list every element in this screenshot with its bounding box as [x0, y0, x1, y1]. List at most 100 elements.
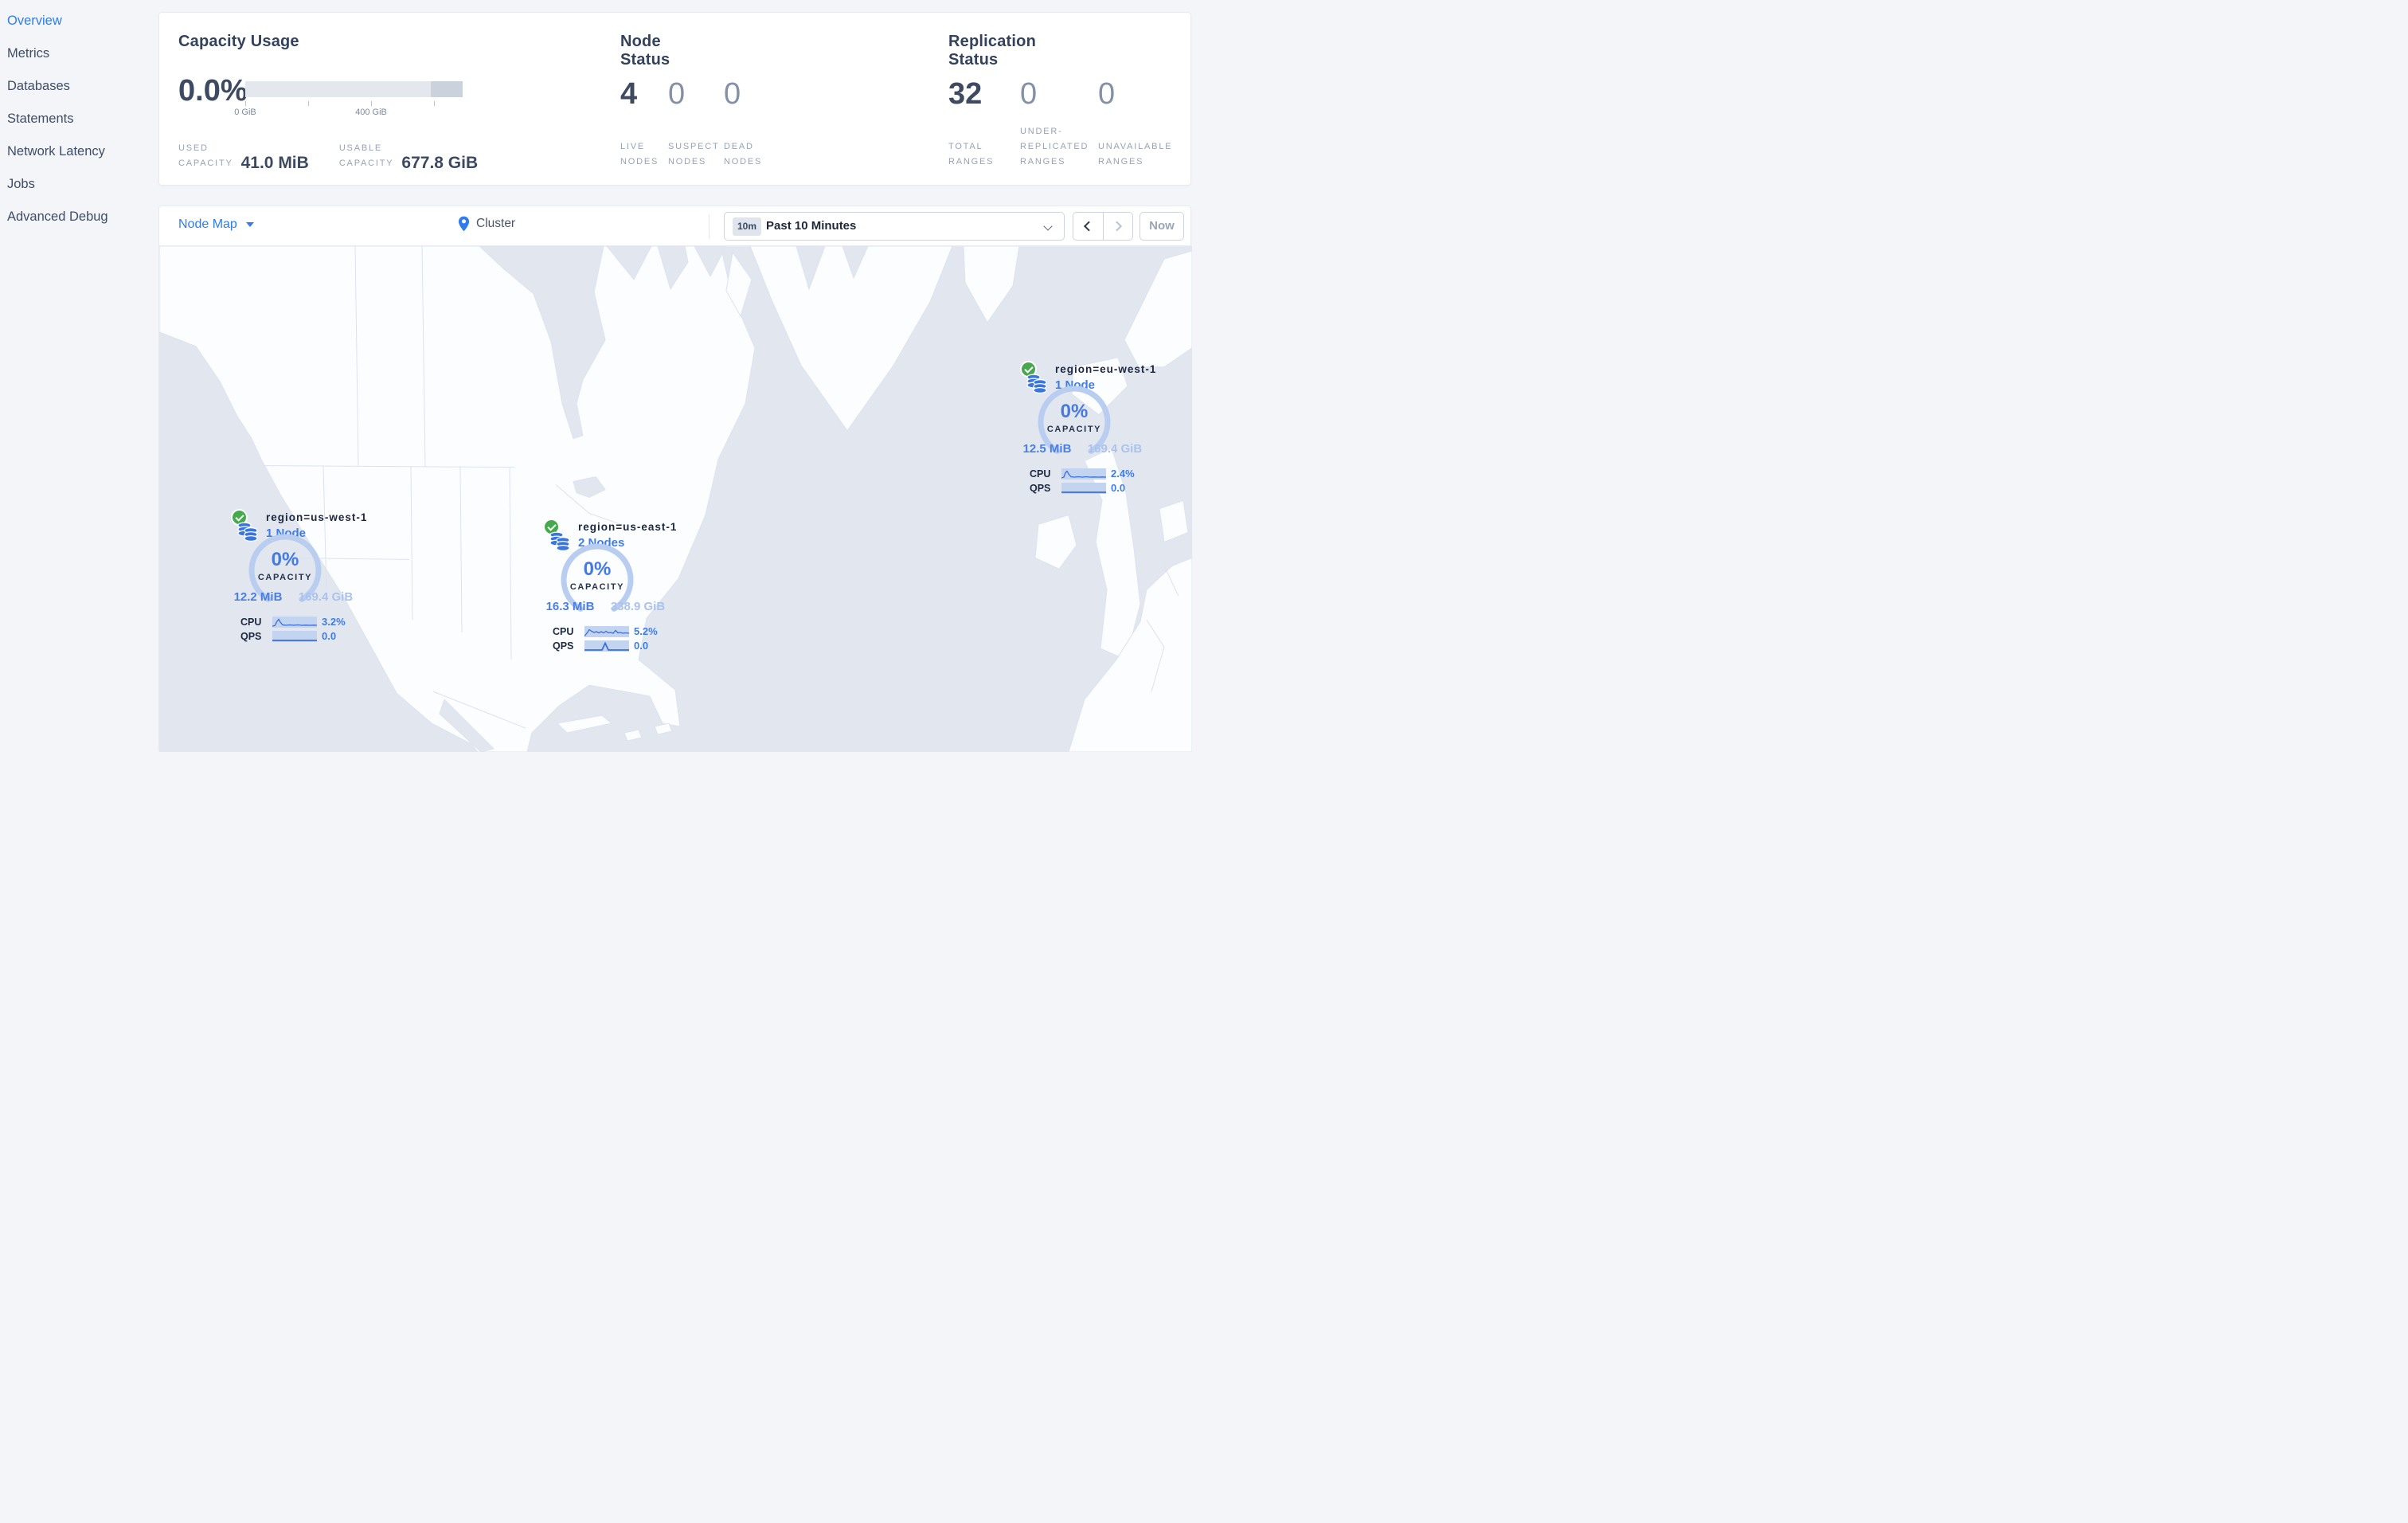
sidebar-item-databases[interactable]: Databases	[0, 70, 158, 103]
qps-label: QPS	[553, 640, 574, 652]
capacity-used-percent: 0.0%	[178, 74, 248, 108]
gauge-capacity-label: CAPACITY	[569, 582, 625, 592]
capacity-gauge: 0% CAPACITY 12.2 MiB 169.4 GiB	[234, 531, 353, 609]
used-capacity-label: USED CAPACITY	[178, 143, 233, 168]
cpu-sparkline	[272, 616, 317, 628]
sidebar-item-overview[interactable]: Overview	[0, 5, 158, 37]
node-map-card: Node Map Cluster 10m Past 10 Minutes Now	[158, 206, 1192, 752]
world-map	[159, 246, 1192, 752]
capacity-gauge: 0% CAPACITY 12.5 MiB 169.4 GiB	[1023, 383, 1142, 461]
qps-sparkline	[1061, 482, 1106, 494]
gauge-percent: 0%	[1060, 401, 1089, 422]
sidebar-item-advanced-debug[interactable]: Advanced Debug	[0, 201, 158, 233]
qps-label: QPS	[1030, 482, 1051, 494]
time-range-back-button[interactable]	[1073, 213, 1103, 240]
live-nodes-stat: 4 LIVE NODES	[620, 77, 659, 167]
region-marker-eu-west-1[interactable]: region=eu-west-1 1 Node 0% CAPACITY 12.5…	[1022, 362, 1173, 498]
map-pin-icon	[458, 216, 470, 232]
region-marker-us-west-1[interactable]: region=us-west-1 1 Node 0% CAPACITY 12.2…	[233, 511, 384, 646]
gauge-capacity-label: CAPACITY	[257, 573, 313, 582]
gauge-usable-value: 338.9 GiB	[610, 600, 666, 613]
capacity-tick-label-0: 0 GiB	[234, 108, 256, 117]
cpu-value: 5.2%	[634, 625, 658, 637]
capacity-bar: 0 GiB 400 GiB	[234, 81, 463, 117]
cpu-sparkline	[1061, 468, 1106, 480]
qps-sparkline	[584, 640, 629, 652]
page-bottom-strip	[0, 752, 1204, 762]
breadcrumb-cluster-label: Cluster	[476, 217, 516, 230]
cpu-value: 3.2%	[322, 616, 346, 628]
time-range-arrows	[1073, 212, 1133, 241]
region-label: region=eu-west-1	[1055, 363, 1157, 375]
capacity-tick	[434, 101, 435, 106]
capacity-tick	[308, 101, 309, 106]
usable-capacity-label: USABLE CAPACITY	[338, 143, 394, 168]
chevron-down-icon	[1043, 221, 1053, 231]
capacity-tick	[371, 101, 372, 106]
marker-stats: CPU 2.4% QPS 0.0	[1030, 468, 1170, 496]
time-range-label: Past 10 Minutes	[766, 219, 857, 233]
qps-value: 0.0	[1111, 482, 1126, 494]
dead-nodes-count: 0	[724, 77, 741, 111]
qps-sparkline	[272, 630, 317, 642]
region-label: region=us-east-1	[578, 521, 678, 533]
map-toolbar: Node Map Cluster 10m Past 10 Minutes Now	[159, 206, 1190, 246]
dead-nodes-stat: 0 DEAD NODES	[724, 76, 768, 170]
cpu-label: CPU	[1030, 468, 1051, 480]
live-nodes-count: 4	[620, 77, 638, 111]
sidebar: Overview Metrics Databases Statements Ne…	[0, 0, 158, 762]
under-replicated-count: 0	[1020, 77, 1038, 111]
cluster-summary-card: Capacity Usage 0.0% 0 GiB 400 GiB USED CA…	[158, 12, 1191, 186]
gauge-percent: 0%	[583, 558, 612, 580]
breadcrumb[interactable]: Cluster	[458, 216, 515, 232]
capacity-gauge: 0% CAPACITY 16.3 MiB 338.9 GiB	[546, 541, 665, 619]
marker-stats: CPU 3.2% QPS 0.0	[240, 616, 381, 644]
region-marker-us-east-1[interactable]: region=us-east-1 2 Nodes 0% CAPACITY 16.…	[545, 520, 696, 656]
qps-value: 0.0	[634, 640, 649, 652]
suspect-nodes-count: 0	[668, 77, 686, 111]
gauge-usable-value: 169.4 GiB	[298, 590, 354, 604]
gauge-used-value: 12.5 MiB	[1022, 442, 1072, 456]
cpu-label: CPU	[553, 625, 574, 637]
under-replicated-ranges-stat: 0 UNDER- REPLICATED RANGES	[1020, 77, 1089, 167]
gauge-used-value: 16.3 MiB	[545, 600, 595, 613]
total-ranges-stat: 32 TOTAL RANGES	[948, 76, 1010, 170]
node-status-title: Node Status	[620, 33, 670, 69]
unavailable-ranges-count: 0	[1098, 77, 1116, 111]
unavailable-ranges-stat: 0 UNAVAILABLE RANGES	[1098, 77, 1173, 167]
cpu-value: 2.4%	[1111, 468, 1135, 480]
gauge-usable-value: 169.4 GiB	[1087, 442, 1143, 456]
cpu-sparkline	[584, 625, 629, 637]
replication-status-title: Replication Status	[948, 33, 1036, 69]
sidebar-item-statements[interactable]: Statements	[0, 103, 158, 135]
overview-page: Overview Metrics Databases Statements Ne…	[0, 0, 1204, 762]
time-range-dropdown[interactable]: 10m Past 10 Minutes	[724, 212, 1065, 241]
toolbar-divider	[709, 214, 710, 239]
caret-down-icon	[245, 222, 254, 227]
sidebar-item-jobs[interactable]: Jobs	[0, 168, 158, 201]
capacity-bar-reserved-segment	[431, 81, 463, 97]
qps-label: QPS	[240, 630, 262, 642]
gauge-capacity-label: CAPACITY	[1046, 425, 1102, 434]
view-mode-dropdown[interactable]: Node Map	[178, 217, 254, 232]
gauge-used-value: 12.2 MiB	[233, 590, 283, 604]
time-range-forward-button[interactable]	[1102, 213, 1133, 240]
capacity-stats: USED CAPACITY 41.0 MiB USABLE CAPACITY 677…	[178, 141, 479, 172]
node-map: region=us-west-1 1 Node 0% CAPACITY 12.2…	[159, 246, 1192, 752]
chevron-right-icon	[1112, 221, 1122, 232]
sidebar-item-metrics[interactable]: Metrics	[0, 37, 158, 70]
capacity-usage-section: Capacity Usage 0.0% 0 GiB 400 GiB USED CA…	[178, 13, 612, 186]
sidebar-item-network-latency[interactable]: Network Latency	[0, 135, 158, 168]
chevron-left-icon	[1084, 221, 1094, 232]
qps-value: 0.0	[322, 630, 337, 642]
capacity-usage-title: Capacity Usage	[178, 33, 299, 50]
time-range-badge: 10m	[733, 217, 762, 236]
suspect-nodes-stat: 0 SUSPECT NODES	[668, 77, 720, 167]
now-button[interactable]: Now	[1140, 212, 1184, 241]
capacity-bar-track	[245, 81, 463, 97]
gauge-percent: 0%	[271, 549, 299, 570]
cpu-label: CPU	[240, 616, 262, 628]
used-capacity-value: 41.0 MiB	[240, 153, 309, 172]
usable-capacity-value: 677.8 GiB	[401, 153, 479, 172]
total-ranges-count: 32	[948, 77, 983, 111]
